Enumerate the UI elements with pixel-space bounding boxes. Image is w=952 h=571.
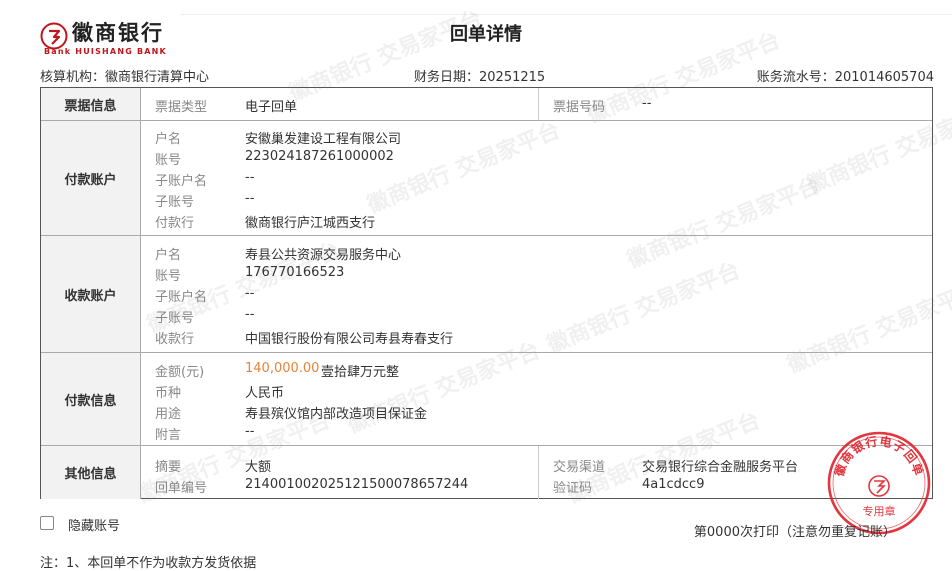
amount-value: 140,000.00 — [245, 361, 320, 376]
payee-sub-account-value: -- — [245, 307, 255, 322]
payee-sub-name-value: -- — [245, 286, 255, 301]
voucher-number-value: -- — [642, 96, 652, 111]
payee-bank-value: 中国银行股份有限公司寿县寿春支行 — [245, 332, 454, 347]
other-section: 其他信息 摘要 大额 回单编号 214001002025121500078657… — [41, 445, 932, 499]
payment-header: 付款信息 — [41, 353, 141, 446]
remark-value: -- — [245, 424, 255, 439]
voucher-number-label: 票据号码 — [553, 100, 606, 115]
page-title: 回单详情 — [450, 24, 522, 45]
meta-date: 财务日期：20251215 — [414, 70, 546, 85]
receipt-number-value: 2140010020251215000786572​44 — [245, 477, 469, 492]
payer-account-label: 账号 — [155, 153, 182, 168]
payer-name-label: 户名 — [155, 132, 182, 147]
footer-note: 注：1、本回单不作为收款方发货依据 — [40, 556, 257, 571]
print-count-info: 第0000次打印（注意勿重复记账） — [693, 525, 896, 540]
purpose-value: 寿县殡仪馆内部改造项目保证金 — [245, 407, 428, 422]
voucher-type-label: 票据类型 — [155, 100, 208, 115]
payer-sub-name-value: -- — [245, 170, 255, 185]
channel-label: 交易渠道 — [553, 460, 606, 475]
voucher-section: 票据信息 票据类型 电子回单 票据号码 -- — [41, 88, 932, 120]
hide-account-label[interactable]: 隐藏账号 — [68, 515, 120, 534]
currency-value: 人民币 — [245, 386, 285, 401]
payment-section: 付款信息 金额(元) 140,000.00 壹拾肆万元整 币种 人民币 用途 寿… — [41, 352, 932, 446]
verify-code-value: 4a1cdcc9 — [642, 477, 705, 492]
hide-account-checkbox[interactable] — [40, 516, 54, 530]
summary-label: 摘要 — [155, 460, 182, 475]
payer-sub-account-value: -- — [245, 191, 255, 206]
payee-section: 收款账户 户名 寿县公共资源交易服务中心 账号 176770166523 子账户… — [41, 235, 932, 353]
payee-account-value: 176770166523 — [245, 265, 345, 280]
column-divider — [538, 88, 539, 120]
meta-org: 核算机构：徽商银行清算中心 — [40, 70, 210, 85]
purpose-label: 用途 — [155, 407, 182, 422]
currency-label: 币种 — [155, 386, 182, 401]
top-divider — [180, 14, 952, 15]
payee-header: 收款账户 — [41, 236, 141, 353]
payee-bank-label: 收款行 — [155, 332, 195, 347]
verify-code-label: 验证码 — [553, 481, 593, 496]
svg-text:徽商银行电子回单: 徽商银行电子回单 — [831, 433, 927, 479]
channel-value: 交易银行综合金融服务平台 — [642, 460, 799, 475]
payee-sub-name-label: 子账户名 — [155, 290, 208, 305]
receipt-number-label: 回单编号 — [155, 481, 208, 496]
bank-logo-english: Bank HUISHANG BANK — [44, 47, 167, 56]
amount-label: 金额(元) — [155, 365, 205, 380]
payee-name-label: 户名 — [155, 248, 182, 263]
bank-logo: 徽商银行 Bank HUISHANG BANK — [40, 20, 180, 56]
payer-sub-account-label: 子账号 — [155, 195, 195, 210]
payer-name-value: 安徽巢发建设工程有限公司 — [245, 132, 402, 147]
meta-serial: 账务流水号：201014605704 — [756, 70, 934, 85]
payee-sub-account-label: 子账号 — [155, 311, 195, 326]
voucher-header: 票据信息 — [41, 88, 141, 120]
payer-bank-label: 付款行 — [155, 216, 195, 231]
bank-logo-mark-icon — [40, 22, 68, 50]
payer-sub-name-label: 子账户名 — [155, 174, 208, 189]
other-header: 其他信息 — [41, 446, 141, 499]
column-divider — [538, 446, 539, 499]
payee-name-value: 寿县公共资源交易服务中心 — [245, 248, 402, 263]
bank-logo-name: 徽商银行 — [72, 21, 164, 45]
summary-value: 大额 — [245, 460, 272, 475]
svg-text:专用章: 专用章 — [863, 504, 896, 518]
payee-account-label: 账号 — [155, 269, 182, 284]
receipt-table: 票据信息 票据类型 电子回单 票据号码 -- 付款账户 户名 安徽巢发建设工程有… — [40, 87, 933, 499]
voucher-type-value: 电子回单 — [245, 100, 298, 115]
payer-section: 付款账户 户名 安徽巢发建设工程有限公司 账号 2230241872610000… — [41, 120, 932, 236]
amount-in-words: 壹拾肆万元整 — [321, 365, 400, 380]
remark-label: 附言 — [155, 428, 182, 443]
payer-bank-value: 徽商银行庐江城西支行 — [245, 216, 376, 231]
payer-account-value: 223024187261000002 — [245, 149, 394, 164]
payer-header: 付款账户 — [41, 121, 141, 236]
